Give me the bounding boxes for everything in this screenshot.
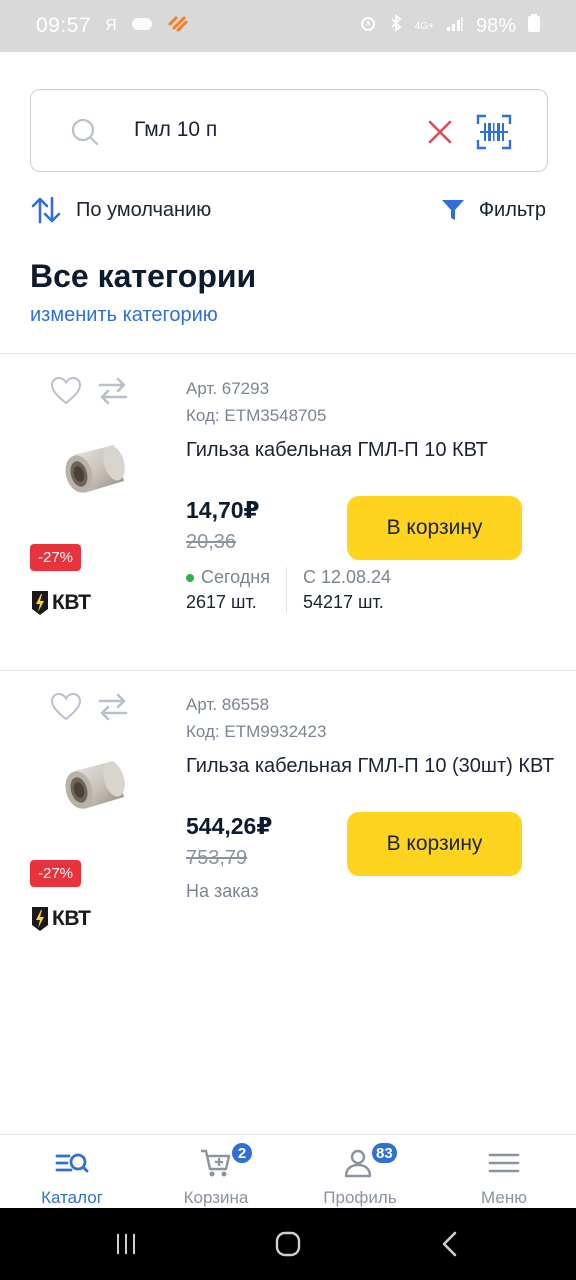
stock-info: Сегодня 2617 шт. С 12.08.24 54217 шт.	[186, 567, 407, 613]
product-image[interactable]	[30, 421, 140, 521]
battery-icon	[528, 14, 540, 38]
stock-later: С 12.08.24 54217 шт.	[286, 567, 407, 613]
add-to-cart-button[interactable]: В корзину	[347, 496, 522, 560]
nav-profile-label: Профиль	[323, 1188, 397, 1207]
nav-menu[interactable]: Меню	[432, 1135, 576, 1209]
cart-icon	[201, 1149, 231, 1177]
product-name[interactable]: Гильза кабельная ГМЛ-П 10 (30шт) КВТ	[186, 753, 556, 780]
nav-menu-label: Меню	[481, 1188, 527, 1207]
network-type: 4G+	[414, 20, 434, 32]
filter-icon	[441, 200, 464, 220]
nav-catalog-label: Каталог	[41, 1188, 103, 1207]
stock-qty: 2617 шт.	[186, 592, 257, 612]
sort-button[interactable]: По умолчанию	[76, 199, 211, 222]
sort-icon[interactable]	[30, 194, 62, 226]
barcode-scan-icon[interactable]	[476, 114, 512, 150]
search-bar[interactable]: Гмл 10 п	[30, 89, 548, 172]
nav-cart-label: Корзина	[183, 1188, 249, 1207]
home-icon[interactable]	[274, 1230, 302, 1258]
notification-icon	[131, 16, 153, 37]
favorite-heart-icon[interactable]	[50, 375, 82, 407]
cart-count-badge: 2	[230, 1141, 254, 1165]
profile-count-badge: 83	[370, 1141, 399, 1165]
product-card[interactable]: -27% КВТ Арт. 86558 Код: ETM9932423 Гиль…	[0, 671, 576, 986]
discount-badge: -27%	[30, 544, 81, 571]
kvt-logo-icon	[32, 907, 48, 931]
category-title: Все категории	[30, 258, 257, 294]
bluetooth-icon	[389, 14, 403, 38]
brand-logo: КВТ	[30, 588, 92, 618]
bottom-navigation: Каталог 2 Корзина 83 Профиль Меню	[0, 1134, 576, 1208]
stock-date: С 12.08.24	[303, 567, 392, 587]
availability-status: На заказ	[186, 881, 259, 901]
nav-cart[interactable]: 2 Корзина	[144, 1135, 288, 1209]
filter-label: Фильтр	[478, 198, 546, 221]
stock-qty: 54217 шт.	[303, 592, 384, 612]
compare-arrows-icon[interactable]	[96, 691, 130, 723]
clear-icon[interactable]	[426, 118, 454, 146]
product-card[interactable]: -27% КВТ Арт. 67293 Код: ETM3548705 Гиль…	[0, 355, 576, 670]
compare-arrows-icon[interactable]	[96, 375, 130, 407]
back-icon[interactable]	[438, 1230, 462, 1258]
stock-date: Сегодня	[201, 567, 270, 587]
brand-name: КВТ	[52, 591, 91, 614]
recent-apps-icon[interactable]	[114, 1232, 138, 1256]
old-price: 20,36	[186, 531, 237, 553]
nav-profile[interactable]: 83 Профиль	[288, 1135, 432, 1209]
filter-button[interactable]: Фильтр	[441, 198, 546, 222]
brand-logo: КВТ	[30, 904, 92, 934]
app-notification-icon	[167, 15, 189, 38]
product-price: 14,70₽	[186, 497, 260, 523]
divider	[0, 353, 576, 354]
status-time: 09:57	[36, 14, 92, 37]
sort-filter-row: По умолчанию Фильтр	[30, 192, 546, 228]
system-navigation-bar	[0, 1208, 576, 1280]
search-icon[interactable]	[71, 118, 99, 146]
product-code: Код: ETM3548705	[186, 406, 327, 425]
change-category-link[interactable]: изменить категорию	[30, 304, 218, 327]
product-name[interactable]: Гильза кабельная ГМЛ-П 10 КВТ	[186, 437, 556, 464]
stock-today: Сегодня 2617 шт.	[186, 567, 286, 613]
add-to-cart-button[interactable]: В корзину	[347, 812, 522, 876]
product-code: Код: ETM9932423	[186, 722, 327, 741]
old-price: 753,79	[186, 847, 248, 869]
status-bar: 09:57 Я 4G+ 98%	[0, 0, 576, 52]
article-number: Арт. 67293	[186, 379, 270, 398]
yandex-icon: Я	[105, 17, 117, 34]
in-stock-dot	[186, 573, 194, 582]
alarm-icon	[359, 14, 377, 38]
article-number: Арт. 86558	[186, 695, 270, 714]
discount-badge: -27%	[30, 860, 81, 887]
hamburger-menu-icon	[488, 1153, 520, 1173]
nav-catalog[interactable]: Каталог	[0, 1135, 144, 1209]
product-price: 544,26₽	[186, 813, 273, 839]
signal-icon	[446, 15, 464, 38]
battery-level: 98%	[475, 14, 516, 37]
brand-name: КВТ	[52, 907, 91, 930]
catalog-search-icon	[55, 1153, 89, 1173]
favorite-heart-icon[interactable]	[50, 691, 82, 723]
search-input[interactable]: Гмл 10 п	[134, 118, 217, 142]
kvt-logo-icon	[32, 591, 48, 615]
product-image[interactable]	[30, 737, 140, 837]
